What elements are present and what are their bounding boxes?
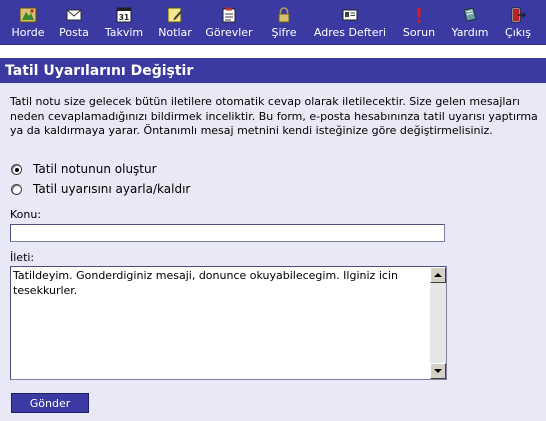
nav-sorun[interactable]: Sorun (400, 0, 438, 44)
message-textarea[interactable]: Tatildeyim. Gonderdiginiz mesaji, donunc… (10, 266, 447, 380)
radio-label: Tatil uyarısını ayarla/kaldır (33, 182, 191, 196)
message-label: İleti: (10, 251, 35, 264)
nav-label: Şifre (271, 26, 297, 39)
nav-takvim[interactable]: 31 Takvim (102, 0, 146, 44)
radio-button[interactable] (11, 183, 22, 195)
nav-label: Posta (59, 26, 89, 39)
nav-adres-defteri[interactable]: Adres Defteri (310, 0, 390, 44)
page-title: Tatil Uyarılarını Değiştir (5, 63, 194, 79)
radio-button[interactable] (11, 163, 22, 175)
help-icon (463, 7, 477, 22)
scroll-down-button[interactable] (430, 363, 446, 379)
scroll-up-button[interactable] (430, 267, 446, 283)
nav-cikis[interactable]: Çıkış (500, 0, 536, 44)
nav-label: Horde (11, 26, 45, 39)
lock-icon (278, 7, 290, 23)
submit-button[interactable]: Gönder (11, 393, 89, 413)
nav-label: Çıkış (505, 26, 531, 39)
nav-label: Takvim (104, 26, 144, 39)
problem-icon (417, 7, 421, 23)
message-text[interactable]: Tatildeyim. Gonderdiginiz mesaji, donunc… (13, 269, 427, 298)
page-header: Tatil Uyarılarını Değiştir (0, 58, 546, 83)
nav-label: Notlar (158, 26, 192, 39)
nav-label: Yardım (451, 26, 489, 39)
svg-text:31: 31 (119, 13, 129, 22)
arrow-down-icon (434, 369, 442, 373)
subject-label: Konu: (10, 208, 42, 221)
nav-label: Görevler (205, 26, 253, 39)
nav-gorevler[interactable]: Görevler (204, 0, 254, 44)
logout-icon (511, 7, 526, 23)
address-book-icon (342, 9, 358, 21)
horde-icon (19, 7, 37, 23)
spacer (0, 45, 546, 58)
nav-yardim[interactable]: Yardım (448, 0, 492, 44)
subject-input[interactable] (10, 224, 445, 242)
notes-icon (167, 7, 183, 23)
arrow-up-icon (434, 273, 442, 277)
option-create-vacation[interactable]: Tatil notunun oluştur (11, 161, 157, 177)
nav-sifre[interactable]: Şifre (268, 0, 300, 44)
nav-label: Sorun (402, 26, 436, 39)
nav-posta[interactable]: Posta (58, 0, 90, 44)
nav-notlar[interactable]: Notlar (156, 0, 194, 44)
nav-label: Adres Defteri (313, 26, 387, 39)
tasks-icon (222, 7, 236, 23)
option-set-remove-vacation[interactable]: Tatil uyarısını ayarla/kaldır (11, 181, 190, 197)
mail-icon (66, 9, 82, 21)
calendar-icon: 31 (116, 7, 132, 23)
radio-label: Tatil notunun oluştur (33, 162, 157, 176)
top-navigation-bar: Horde Posta 31 Takvim Notlar Görevler Şi… (0, 0, 546, 45)
description-text: Tatil notu size gelecek bütün iletilere … (10, 95, 538, 137)
vacation-form: Tatil notu size gelecek bütün iletilere … (0, 83, 546, 421)
nav-horde[interactable]: Horde (10, 0, 46, 44)
scrollbar[interactable] (430, 267, 446, 379)
